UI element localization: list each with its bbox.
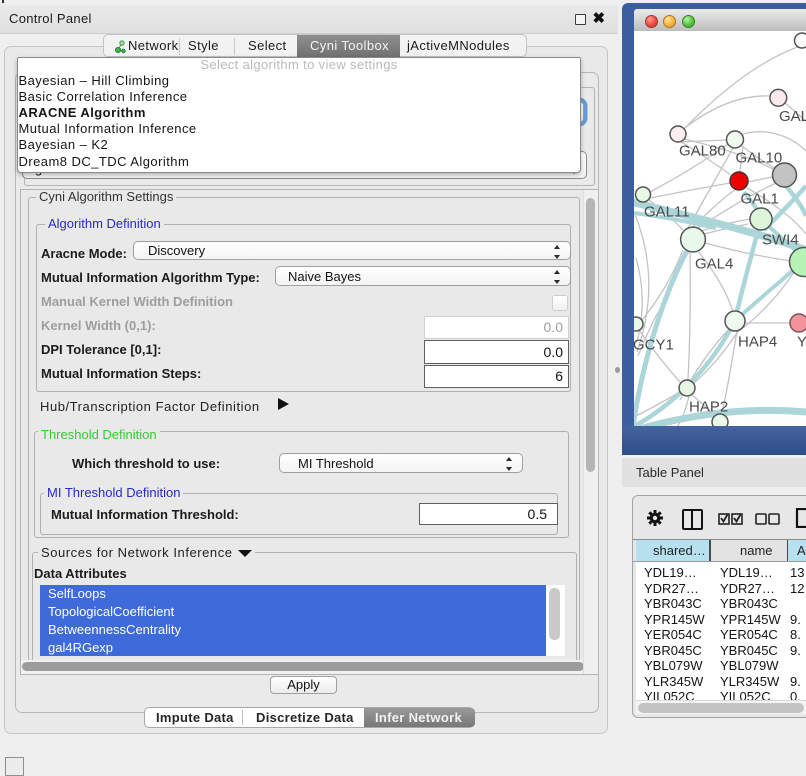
svg-text:HAP4: HAP4 [738, 334, 777, 351]
svg-text:GAL1: GAL1 [741, 191, 779, 208]
svg-text:GCY1: GCY1 [634, 337, 674, 354]
svg-text:SWI4: SWI4 [762, 232, 799, 249]
svg-text:GAL10: GAL10 [736, 150, 783, 167]
svg-text:GAL80: GAL80 [679, 143, 726, 160]
svg-text:HAP2: HAP2 [689, 399, 728, 416]
svg-text:Y: Y [797, 334, 806, 351]
svg-text:GAL4: GAL4 [695, 256, 733, 273]
svg-text:GAL2: GAL2 [779, 108, 806, 125]
svg-text:GAL11: GAL11 [644, 204, 690, 221]
